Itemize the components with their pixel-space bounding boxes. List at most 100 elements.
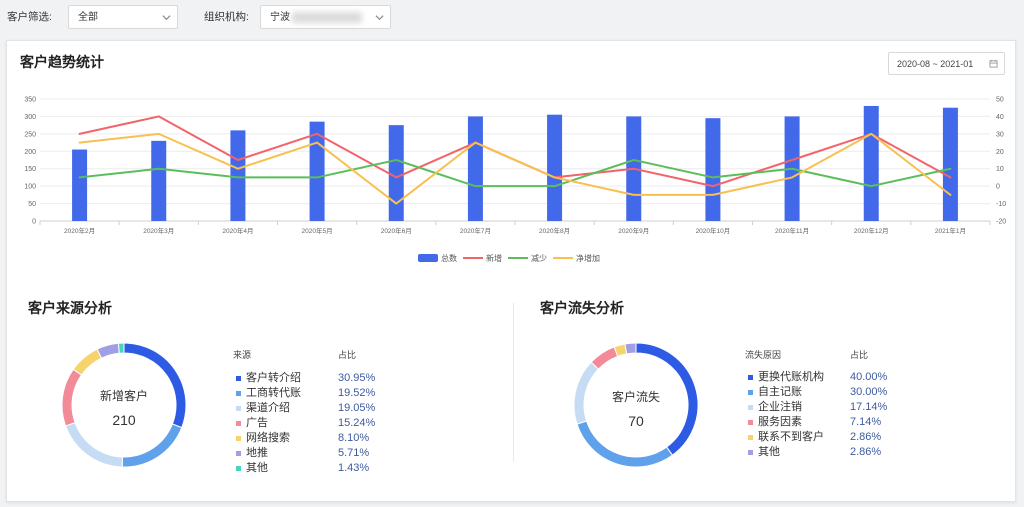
legend-swatch (236, 420, 241, 426)
churn-donut-chart (573, 342, 699, 468)
bar (467, 116, 483, 221)
legend-label: 其他 (246, 462, 268, 474)
y-right-tick-label: 30 (996, 131, 1004, 138)
legend-swatch (748, 434, 753, 440)
y-left-tick-label: 250 (24, 131, 36, 138)
legend-label: 总数 (441, 253, 457, 263)
section-divider (513, 303, 514, 462)
legend-percent: 40.00% (850, 371, 888, 383)
churn-legend-table: 流失原因 占比 更换代账机构 40.00% 自主记账 30.00% 企业注销 17.14%… (745, 346, 915, 476)
legend-item-1[interactable]: 新增 (463, 253, 502, 263)
grid-lines (40, 98, 990, 205)
org-filter-select[interactable]: 宁波 (260, 5, 391, 29)
donut-slice (96, 342, 120, 359)
legend-percent: 2.86% (850, 431, 882, 443)
legend-label: 网络搜索 (246, 432, 290, 444)
legend-swatch (748, 404, 753, 410)
y-right-tick-label: -10 (996, 201, 1006, 208)
x-tick-label: 2020年10月 (696, 226, 731, 235)
donut-slice (72, 348, 103, 376)
source-legend-table: 来源 占比 客户转介绍 30.95% 工商转代账 19.52% 渠道介绍 19.05% 广告… (233, 346, 403, 476)
bar (230, 130, 246, 221)
donut-center-label: 客户流失 (611, 390, 660, 404)
x-tick-label: 2020年8月 (539, 226, 570, 235)
redacted-blur (292, 12, 362, 23)
legend-label: 净增加 (576, 253, 600, 263)
org-filter-value: 宁波 (270, 12, 290, 23)
legend-percent: 17.14% (850, 401, 888, 413)
legend-label: 减少 (531, 253, 547, 263)
donut-center-value: 70 (628, 413, 644, 429)
x-tick-label: 2020年6月 (381, 226, 412, 235)
y-left-tick-label: 0 (32, 219, 36, 226)
legend-percent: 15.24% (338, 417, 376, 429)
legend-label: 其他 (758, 446, 780, 458)
bar (705, 118, 721, 221)
donut-slice (64, 421, 123, 468)
legend-swatch (236, 390, 241, 396)
legend-label: 客户转介绍 (246, 372, 301, 384)
legend-label: 更换代账机构 (758, 371, 824, 383)
chevron-down-icon[interactable] (162, 14, 171, 21)
legend-swatch (236, 435, 241, 441)
donut-center-value: 210 (112, 412, 136, 428)
x-tick-label: 2020年4月 (222, 226, 253, 235)
bar (863, 105, 879, 221)
y-right-tick-label: 50 (996, 97, 1004, 104)
x-tick-label: 2020年7月 (460, 226, 491, 235)
legend-percent: 8.10% (338, 432, 370, 444)
y-left-tick-label: 50 (28, 201, 36, 208)
legend-label: 自主记账 (758, 386, 802, 398)
legend-label: 地推 (246, 447, 268, 459)
legend-percent: 2.86% (850, 446, 882, 458)
legend-swatch (236, 405, 241, 411)
x-tick-label: 2020年12月 (854, 226, 889, 235)
churn-donut: 客户流失 70 (566, 335, 706, 475)
legend-header-name: 来源 (233, 350, 252, 360)
legend-header-percent: 占比 (338, 350, 357, 360)
y-left-tick-label: 200 (24, 149, 36, 156)
legend-swatch (236, 450, 241, 456)
customer-stats-card: 客户趋势统计 2020-08 ~ 2021-01 0 50 100 150 200 250… (6, 40, 1016, 502)
legend-label: 工商转代账 (246, 387, 301, 399)
x-tick-label: 2020年9月 (618, 226, 649, 235)
date-range-picker[interactable]: 2020-08 ~ 2021-01 (888, 52, 1005, 75)
legend-percent: 7.14% (850, 416, 882, 428)
legend-label: 联系不到客户 (758, 431, 824, 443)
y-left-tick-label: 350 (24, 97, 36, 104)
y-left-tick-label: 100 (24, 184, 36, 191)
x-tick-label: 2020年5月 (302, 226, 333, 235)
series-line-2 (78, 159, 952, 188)
legend-swatch (748, 389, 753, 395)
legend-swatch (748, 449, 753, 455)
trend-combo-chart: 0 50 100 150 200 250 300 350 -20 -10 0 10 20 30 40 50 20… (24, 97, 1006, 264)
source-donut-chart (61, 342, 187, 468)
legend-item-3[interactable]: 净增加 (553, 253, 600, 263)
legend-label: 渠道介绍 (246, 402, 290, 414)
bar (388, 125, 404, 221)
calendar-icon[interactable] (989, 59, 998, 68)
trend-title: 客户趋势统计 (20, 54, 104, 70)
x-tick-label: 2020年11月 (775, 226, 809, 235)
donut-slice (590, 346, 619, 370)
bar (942, 107, 958, 221)
legend-percent: 1.43% (338, 462, 370, 474)
legend-percent: 19.05% (338, 402, 376, 414)
legend-percent: 5.71% (338, 447, 370, 459)
legend-item-0[interactable]: 总数 (418, 253, 457, 263)
legend-label: 企业注销 (758, 401, 802, 413)
y-right-tick-label: 0 (996, 184, 1000, 191)
legend-percent: 30.00% (850, 386, 888, 398)
legend-swatch (748, 374, 753, 380)
donut-slice (624, 342, 637, 355)
customer-filter-value: 全部 (78, 12, 98, 23)
y-right-tick-label: -20 (996, 219, 1006, 226)
legend-label: 新增 (486, 253, 502, 263)
legend-percent: 30.95% (338, 372, 376, 384)
bar (151, 140, 167, 221)
chevron-down-icon[interactable] (375, 14, 384, 21)
x-tick-label: 2021年1月 (935, 226, 966, 235)
customer-filter-select[interactable]: 全部 (68, 5, 178, 29)
legend-item-2[interactable]: 减少 (508, 253, 547, 263)
source-analysis-title: 客户来源分析 (28, 300, 112, 316)
